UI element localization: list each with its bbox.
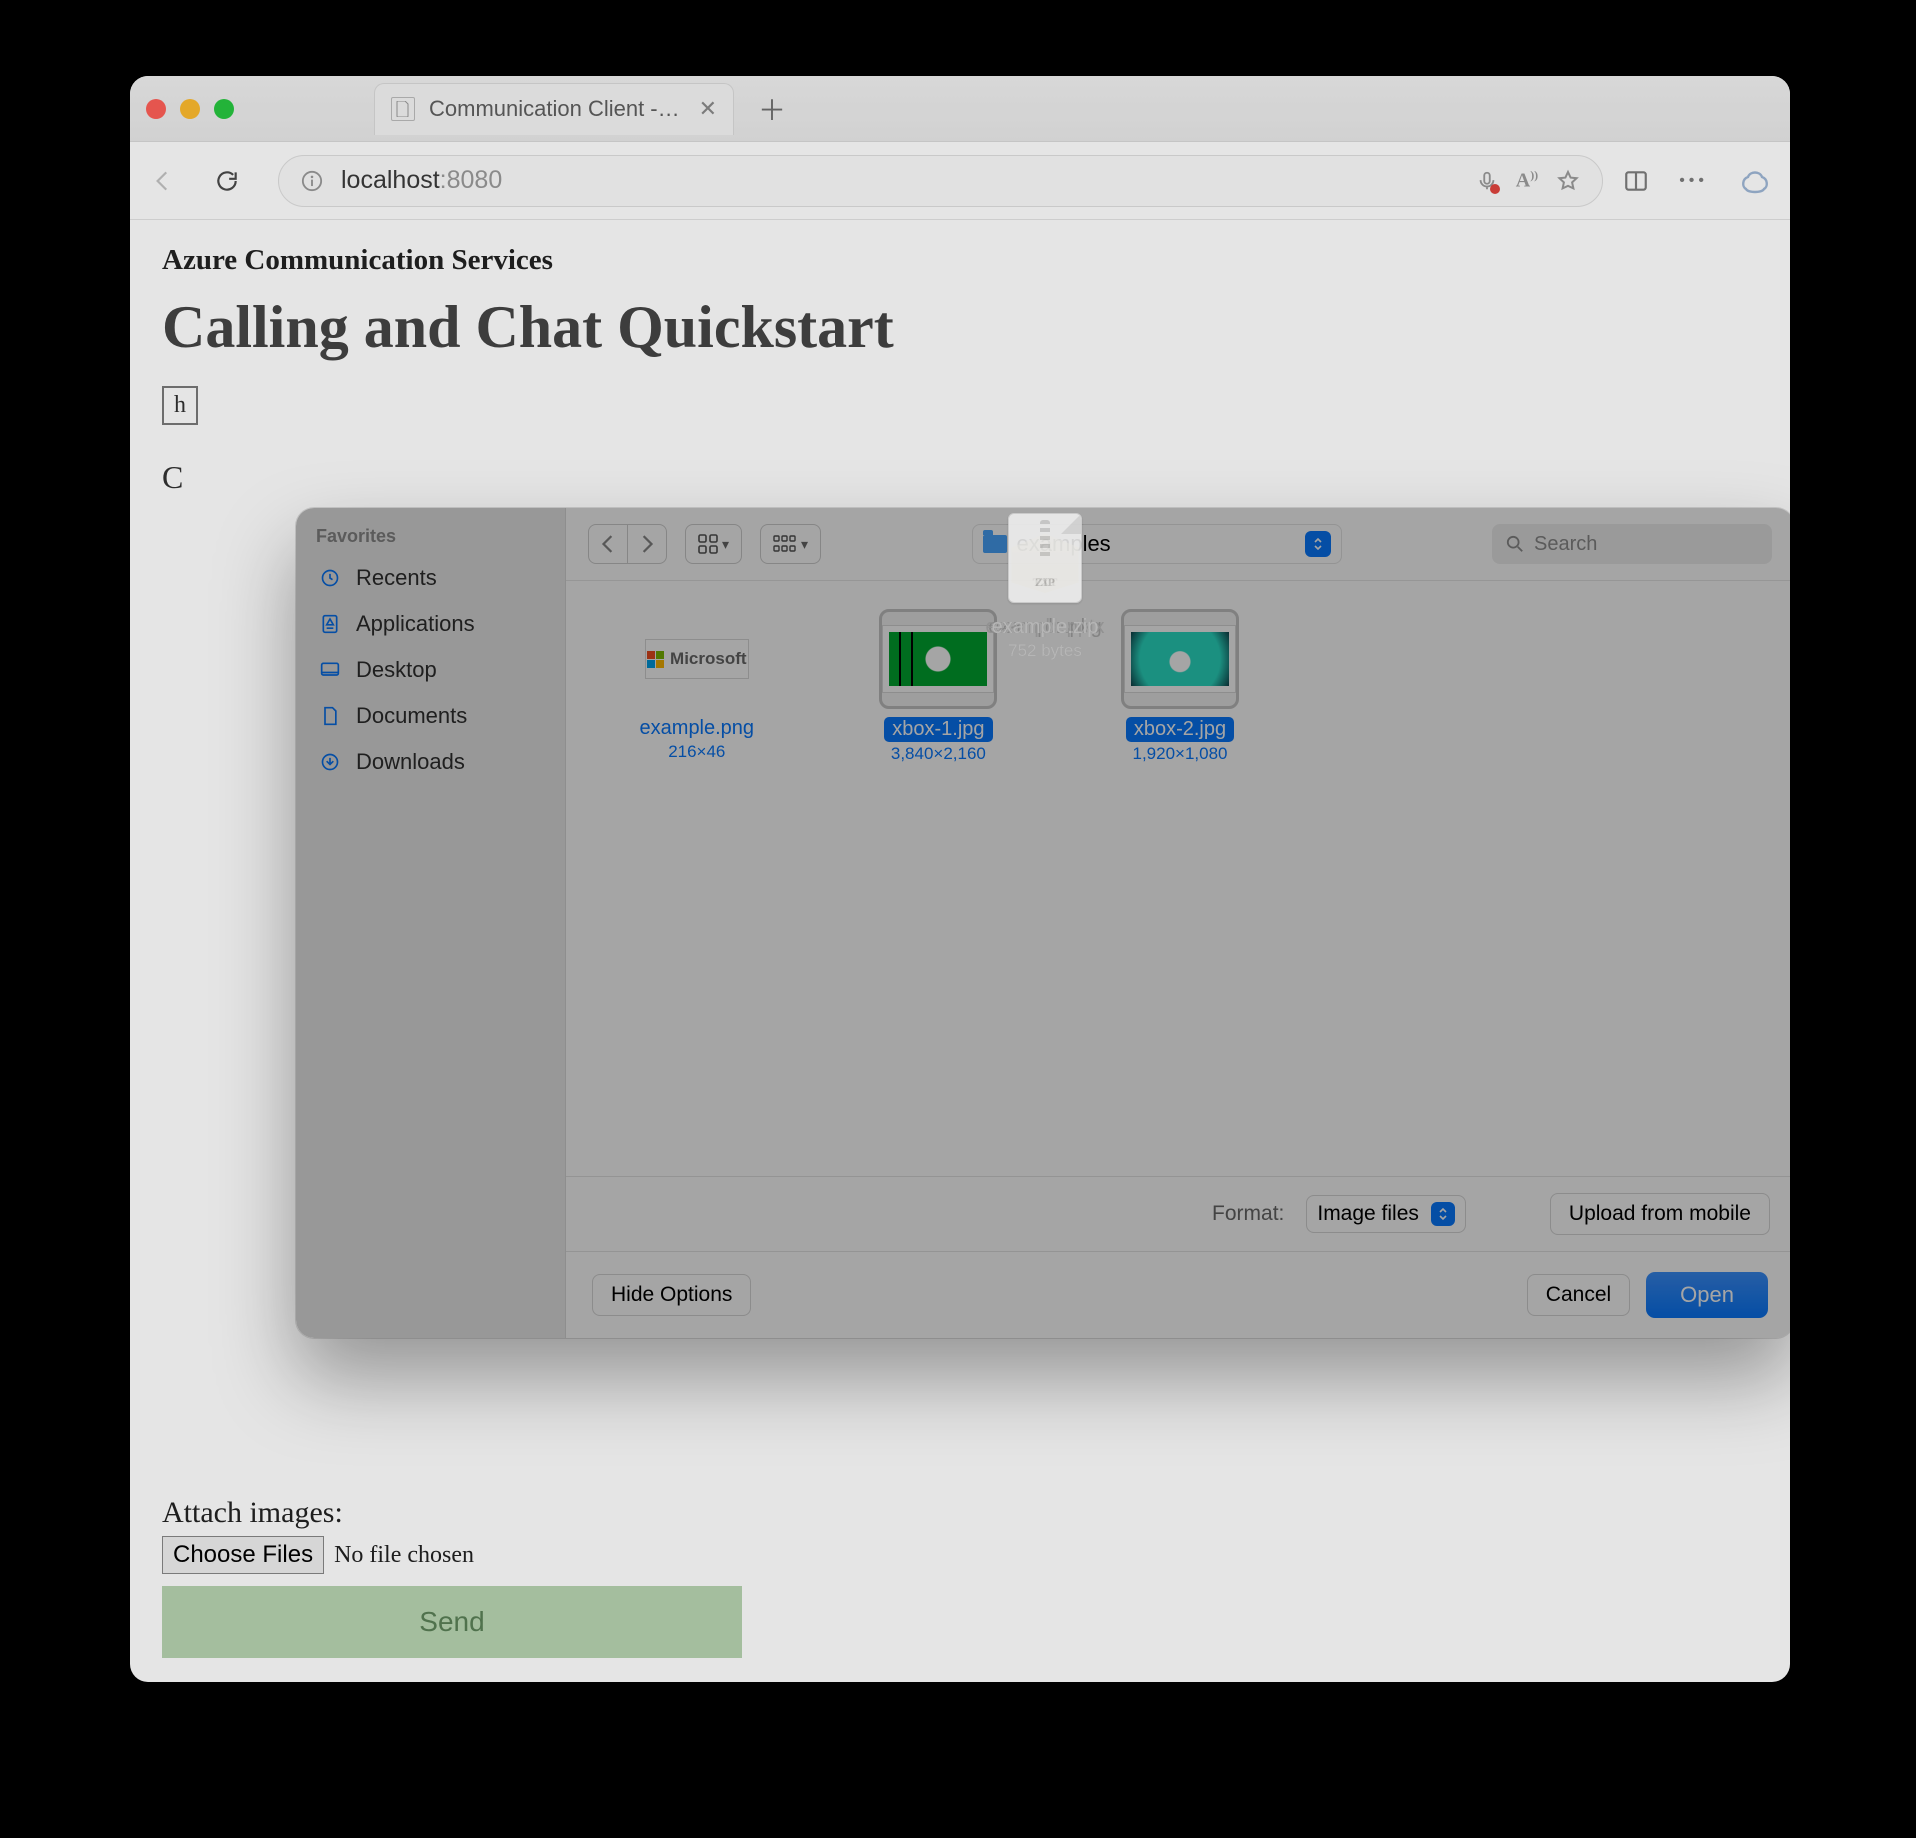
- site-info-icon[interactable]: [301, 170, 323, 192]
- file-name: xbox-2.jpg: [1126, 717, 1234, 742]
- upload-from-mobile-button[interactable]: Upload from mobile: [1550, 1193, 1770, 1235]
- format-select[interactable]: Image files: [1306, 1195, 1466, 1233]
- cancel-button[interactable]: Cancel: [1527, 1274, 1630, 1316]
- nav-reload-button[interactable]: [214, 168, 258, 194]
- sidebar-item-label: Desktop: [356, 657, 437, 683]
- format-label: Format:: [1212, 1202, 1284, 1226]
- page-favicon-icon: [391, 97, 415, 121]
- tab-close-icon[interactable]: ✕: [699, 96, 717, 122]
- view-icon-button[interactable]: ▾: [685, 524, 742, 564]
- service-heading: Azure Communication Services: [162, 244, 1758, 277]
- copilot-icon[interactable]: [1738, 165, 1770, 197]
- search-placeholder: Search: [1534, 533, 1597, 556]
- browser-tab[interactable]: Communication Client - Calling ✕: [374, 83, 734, 135]
- file-name: xbox-1.jpg: [884, 717, 992, 742]
- sidebar-section-header: Favorites: [306, 526, 555, 555]
- toolbar-right: •••: [1623, 165, 1770, 197]
- sidebar-item-label: Downloads: [356, 749, 465, 775]
- file-meta: 216×46: [668, 742, 725, 762]
- file-thumbnail: [986, 580, 1104, 608]
- attach-section: Attach images: Choose Files No file chos…: [162, 1496, 1758, 1658]
- window-titlebar: Communication Client - Calling ✕ ＋: [130, 76, 1790, 142]
- sidebar-item-recents[interactable]: Recents: [306, 555, 555, 601]
- no-file-chosen-text: No file chosen: [334, 1542, 474, 1569]
- read-aloud-icon[interactable]: A)): [1516, 168, 1538, 193]
- text-input[interactable]: h: [162, 386, 198, 425]
- url-port: :8080: [440, 166, 503, 194]
- sidebar-item-label: Applications: [356, 611, 475, 637]
- sidebar-item-downloads[interactable]: Downloads: [306, 739, 555, 785]
- folder-popup-button[interactable]: examples: [972, 524, 1342, 564]
- dialog-sidebar: Favorites Recents Applications Desktop D…: [296, 508, 566, 1338]
- file-picker-dialog: Favorites Recents Applications Desktop D…: [296, 508, 1790, 1338]
- nav-back-button[interactable]: [589, 525, 627, 563]
- clock-icon: [318, 566, 342, 590]
- dialog-footer: Hide Options Cancel Open: [566, 1251, 1790, 1338]
- updown-arrows-icon: [1431, 1202, 1455, 1226]
- nav-history-buttons: [588, 524, 667, 564]
- file-item[interactable]: xbox-2.jpg 1,920×1,080: [1069, 609, 1291, 764]
- format-value: Image files: [1317, 1202, 1419, 1226]
- file-item[interactable]: xbox-1.jpg 3,840×2,160: [828, 609, 1050, 764]
- sidebar-item-documents[interactable]: Documents: [306, 693, 555, 739]
- dialog-format-bar: Format: Image files Upload from mobile: [566, 1176, 1790, 1251]
- apps-icon: [318, 612, 342, 636]
- address-bar[interactable]: localhost:8080 A)): [278, 155, 1603, 207]
- window-controls: [146, 99, 234, 119]
- nav-forward-button[interactable]: [627, 525, 666, 563]
- nav-back-button[interactable]: [150, 168, 194, 194]
- hide-options-button[interactable]: Hide Options: [592, 1274, 751, 1316]
- page-title: Calling and Chat Quickstart: [162, 293, 1758, 362]
- current-folder-name: examples: [1017, 531, 1111, 557]
- file-thumbnail: [986, 580, 1104, 608]
- folder-icon: [983, 535, 1007, 553]
- sidebar-item-desktop[interactable]: Desktop: [306, 647, 555, 693]
- split-screen-icon[interactable]: [1623, 168, 1649, 194]
- download-icon: [318, 750, 342, 774]
- favorite-star-icon[interactable]: [1556, 169, 1580, 193]
- file-thumbnail: Microsoft: [638, 609, 756, 709]
- microphone-blocked-icon[interactable]: [1476, 170, 1498, 192]
- dialog-toolbar: ▾ ▾: [566, 508, 1790, 580]
- file-thumbnail: [1121, 609, 1239, 709]
- send-button[interactable]: Send: [162, 1586, 742, 1658]
- url-host: localhost: [341, 166, 440, 194]
- section-label-c: C: [162, 459, 1758, 496]
- search-icon: [1506, 535, 1524, 553]
- sidebar-item-label: Recents: [356, 565, 437, 591]
- file-name: example.png: [640, 717, 755, 740]
- file-meta: 1,920×1,080: [1132, 744, 1227, 764]
- dialog-search-input[interactable]: Search: [1492, 524, 1772, 564]
- file-grid: example.pkg 752 bytes Microsoft example.…: [566, 580, 1790, 1176]
- chevron-down-icon: ▾: [722, 536, 729, 553]
- more-actions-icon[interactable]: •••: [1679, 172, 1708, 190]
- updown-arrows-icon: [1305, 531, 1331, 557]
- open-button[interactable]: Open: [1646, 1272, 1768, 1318]
- sidebar-item-applications[interactable]: Applications: [306, 601, 555, 647]
- chevron-down-icon: ▾: [801, 536, 808, 553]
- address-text: localhost:8080: [341, 166, 502, 195]
- sidebar-item-label: Documents: [356, 703, 467, 729]
- browser-toolbar: localhost:8080 A)) •••: [130, 142, 1790, 220]
- file-meta: 3,840×2,160: [891, 744, 986, 764]
- minimize-window-button[interactable]: [180, 99, 200, 119]
- attach-label: Attach images:: [162, 1496, 1758, 1530]
- group-by-button[interactable]: ▾: [760, 524, 821, 564]
- zoom-window-button[interactable]: [214, 99, 234, 119]
- desktop-icon: [318, 658, 342, 682]
- file-item[interactable]: Microsoft example.png 216×46: [586, 609, 808, 764]
- choose-files-button[interactable]: Choose Files: [162, 1536, 324, 1574]
- file-thumbnail: [879, 609, 997, 709]
- browser-window: Communication Client - Calling ✕ ＋ local…: [130, 76, 1790, 1682]
- file-thumbnail: [986, 580, 1104, 608]
- doc-icon: [318, 704, 342, 728]
- close-window-button[interactable]: [146, 99, 166, 119]
- new-tab-button[interactable]: ＋: [752, 89, 792, 129]
- file-thumbnail: [986, 580, 1104, 608]
- tab-title: Communication Client - Calling: [429, 96, 685, 122]
